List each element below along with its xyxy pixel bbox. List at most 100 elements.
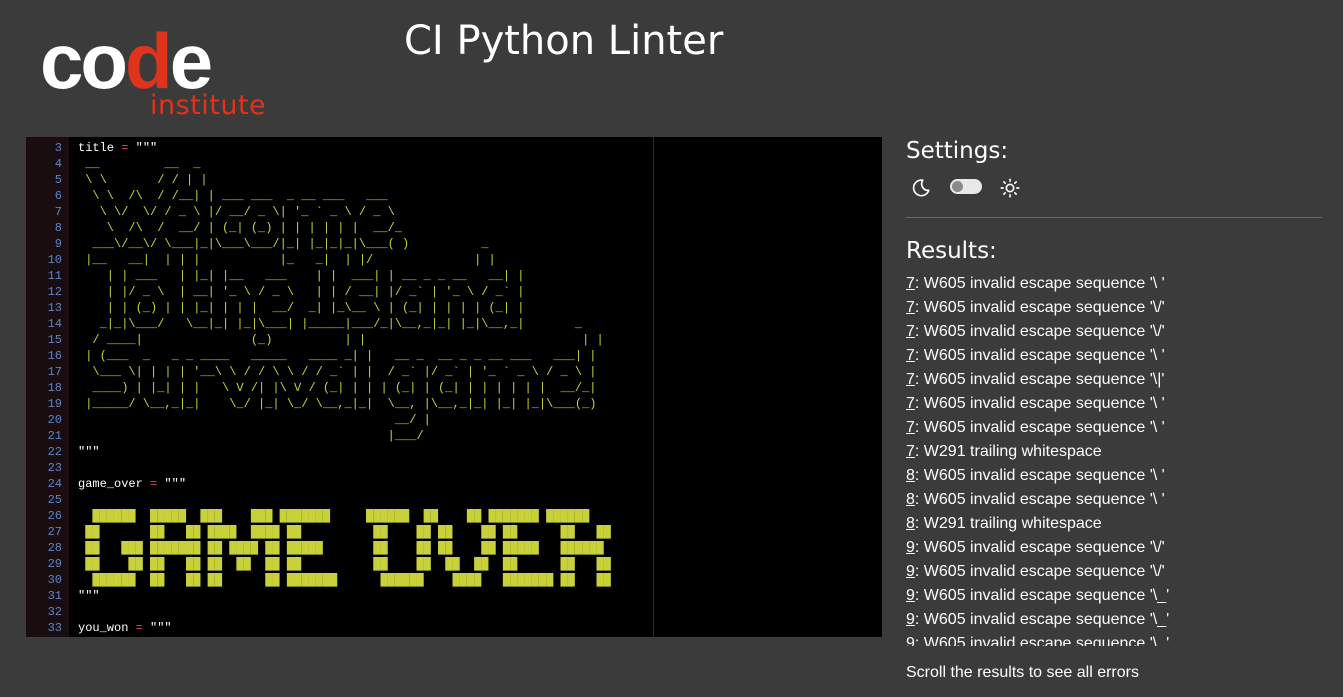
line-number: 25 (47, 493, 62, 507)
result-item: 7: W291 trailing whitespace (906, 440, 1326, 464)
result-line-link[interactable]: 7 (906, 419, 915, 436)
result-line-link[interactable]: 7 (906, 275, 915, 292)
code-line: | | (_) | | |_| | | | __/ _| |_\__ \ | (… (78, 301, 525, 315)
code-line: | (___ _ _ _ ____ _____ ____ _| | __ _ _… (78, 349, 597, 363)
result-item: 7: W605 invalid escape sequence '\ ' (906, 272, 1326, 296)
line-number: 23 (47, 461, 62, 475)
result-item: 9: W605 invalid escape sequence '\_' (906, 608, 1326, 632)
line-number: 24 (47, 477, 62, 491)
line-number: 16 (47, 349, 62, 363)
result-message: : W605 invalid escape sequence '\/' (914, 539, 1165, 556)
code-line: | |/ _ \ | __| '_ \ / _ \ | | / __| |/ _… (78, 285, 525, 299)
result-line-link[interactable]: 9 (906, 587, 915, 604)
result-item: 7: W605 invalid escape sequence '\|' (906, 368, 1326, 392)
result-message: : W605 invalid escape sequence '\ ' (914, 395, 1165, 412)
line-number: 10 (47, 253, 62, 267)
code-line: """ (78, 589, 100, 603)
line-number: 18 (47, 381, 62, 395)
result-item: 7: W605 invalid escape sequence '\ ' (906, 416, 1326, 440)
result-message: : W605 invalid escape sequence '\ ' (914, 347, 1165, 364)
line-number: 13 (47, 301, 62, 315)
line-number: 21 (47, 429, 62, 443)
code-line: \ \/ \/ / _ \ |/ __/ _ \| '_ ` _ \ / _ \ (78, 205, 395, 219)
line-number: 15 (47, 333, 62, 347)
moon-icon (912, 179, 930, 197)
line-numbers: 3 4 5 6 7 8 9 10 11 12 13 14 15 16 17 18 19 20 21 22 23 24 25 2… (26, 140, 62, 636)
result-item: 9: W605 invalid escape sequence '\/' (906, 536, 1326, 560)
result-line-link[interactable]: 7 (906, 443, 915, 460)
code-line: \ \ / / | | (78, 173, 208, 187)
code-line: / ____| (_) | | | | (78, 333, 604, 347)
result-item: 9: W605 invalid escape sequence '\_' (906, 584, 1326, 608)
line-number: 29 (47, 557, 62, 571)
result-item: 9: W605 invalid escape sequence '\/' (906, 560, 1326, 584)
theme-toggle[interactable] (950, 179, 982, 194)
result-item: 7: W605 invalid escape sequence '\ ' (906, 344, 1326, 368)
result-line-link[interactable]: 7 (906, 299, 915, 316)
result-line-link[interactable]: 8 (906, 491, 915, 508)
code-line: you_won = """ (78, 621, 172, 635)
line-number: 7 (54, 205, 62, 219)
result-item: 8: W291 trailing whitespace (906, 512, 1326, 536)
code-line: ██ ███ ███████ ██ ████ ██ █████ ██ ██ ██… (78, 541, 604, 555)
settings-divider (906, 217, 1322, 218)
line-number: 26 (47, 509, 62, 523)
result-message: : W605 invalid escape sequence '\/' (914, 563, 1165, 580)
result-line-link[interactable]: 9 (906, 635, 915, 646)
result-line-link[interactable]: 7 (906, 371, 915, 388)
line-number: 3 (54, 141, 62, 155)
line-number: 8 (54, 221, 62, 235)
results-heading: Results: (906, 238, 997, 264)
code-line: ____) | |_| | | \ V /| |\ V / (_| | | | … (78, 381, 597, 395)
code-line: |___/ (78, 429, 424, 443)
result-message: : W605 invalid escape sequence '\ ' (914, 467, 1165, 484)
result-item: 7: W605 invalid escape sequence '\/' (906, 296, 1326, 320)
line-number: 14 (47, 317, 62, 331)
code-line: game_over = """ (78, 477, 187, 491)
result-line-link[interactable]: 8 (906, 515, 915, 532)
result-item: 8: W605 invalid escape sequence '\ ' (906, 488, 1326, 512)
code-line: __/ | (78, 413, 431, 427)
line-number: 32 (47, 605, 62, 619)
line-number: 33 (47, 621, 62, 635)
code-line: title = """ (78, 141, 158, 155)
code-line: |__ __| | | | |_ _| | |/ | | (78, 253, 496, 267)
line-number: 19 (47, 397, 62, 411)
code-line: ___\/__\/ \___|_|\___\___/|_| |_|_|_|\__… (78, 237, 489, 251)
result-line-link[interactable]: 8 (906, 467, 915, 484)
result-line-link[interactable]: 9 (906, 563, 915, 580)
result-message: : W605 invalid escape sequence '\/' (914, 299, 1165, 316)
logo-subtitle: institute (150, 90, 267, 121)
sun-icon (1000, 178, 1020, 198)
toggle-knob (952, 181, 963, 192)
line-number: 20 (47, 413, 62, 427)
line-number: 9 (54, 237, 62, 251)
result-line-link[interactable]: 9 (906, 611, 915, 628)
code-line: ██ ██ ██ ██ ██ ██ ██ ██ ██ ██ ██ ██ ██ █… (78, 557, 611, 571)
line-number: 12 (47, 285, 62, 299)
result-message: : W291 trailing whitespace (914, 515, 1102, 532)
code-content[interactable]: title = """ __ __ _ \ \ / / | | \ \ /\ /… (78, 140, 611, 636)
result-message: : W605 invalid escape sequence '\_' (914, 611, 1170, 628)
result-message: : W605 invalid escape sequence '\|' (914, 371, 1165, 388)
code-line: | | ___ | |_| |__ ___ | | ___| | __ _ _ … (78, 269, 525, 283)
result-item: 7: W605 invalid escape sequence '\/' (906, 320, 1326, 344)
editor-ruler (653, 137, 654, 637)
result-line-link[interactable]: 9 (906, 539, 915, 556)
result-message: : W605 invalid escape sequence '\_' (914, 635, 1170, 646)
line-number: 6 (54, 189, 62, 203)
code-line: _|_|\___/ \__|_| |_|\___| |_____|___/_|\… (78, 317, 583, 331)
code-editor[interactable]: 3 4 5 6 7 8 9 10 11 12 13 14 15 16 17 18 19 20 21 22 23 24 25 2… (26, 137, 882, 637)
result-line-link[interactable]: 7 (906, 395, 915, 412)
results-list[interactable]: 7: W605 invalid escape sequence '\ ' 7: W… (906, 272, 1326, 646)
page-title: CI Python Linter (404, 18, 724, 64)
code-line: ██████ ██ ██ ██ ██ ███████ ██████ ████ █… (78, 573, 611, 587)
result-line-link[interactable]: 7 (906, 323, 915, 340)
result-message: : W605 invalid escape sequence '\ ' (914, 275, 1165, 292)
result-message: : W291 trailing whitespace (914, 443, 1102, 460)
line-number: 22 (47, 445, 62, 459)
result-line-link[interactable]: 7 (906, 347, 915, 364)
